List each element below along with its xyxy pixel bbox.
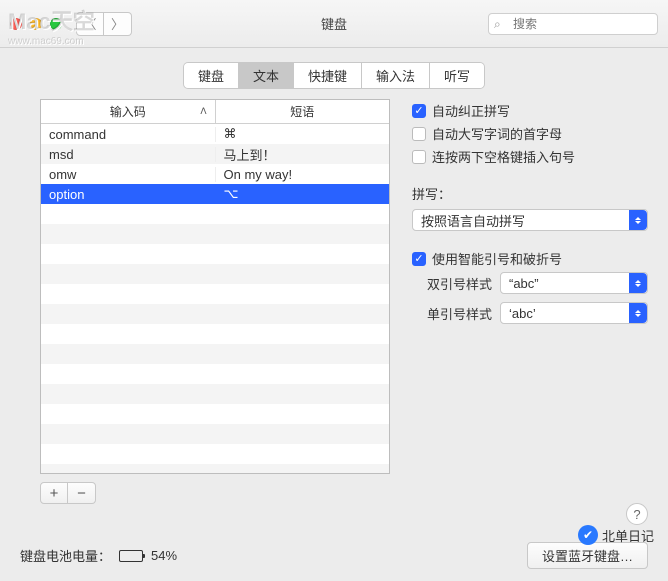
select-arrow-icon [629, 273, 647, 293]
table-row[interactable]: command⌘ [41, 124, 389, 144]
single-quote-select[interactable]: ‘abc’ [500, 302, 648, 324]
column-input[interactable]: 输入码 ᐱ [41, 100, 216, 123]
battery-status: 键盘电池电量： 54% [20, 546, 177, 565]
bluetooth-keyboard-button[interactable]: 设置蓝牙键盘… [527, 542, 648, 569]
select-arrow-icon [629, 210, 647, 230]
tab-0[interactable]: 键盘 [184, 63, 239, 88]
close-icon[interactable] [10, 18, 22, 30]
back-button[interactable]: 〈 [76, 12, 104, 36]
double-quote-select[interactable]: “abc” [500, 272, 648, 294]
tab-1[interactable]: 文本 [239, 63, 294, 88]
smartquotes-checkbox[interactable]: ✓ [412, 252, 426, 266]
search-wrap: ⌕ [488, 13, 658, 35]
capitalize-label: 自动大写字词的首字母 [432, 124, 562, 143]
single-quote-label: 单引号样式 [412, 304, 492, 323]
table-row[interactable]: option⌥ [41, 184, 389, 204]
add-button[interactable]: + [40, 482, 68, 504]
footer: 键盘电池电量： 54% 设置蓝牙键盘… [20, 542, 648, 569]
text-replacement-panel: 输入码 ᐱ 短语 command⌘msd马上到！omwOn my way!opt… [40, 99, 390, 504]
search-icon: ⌕ [494, 17, 501, 32]
capitalize-checkbox[interactable] [412, 127, 426, 141]
forward-button[interactable]: 〉 [104, 12, 132, 36]
table-row[interactable]: omwOn my way! [41, 164, 389, 184]
zoom-icon[interactable] [50, 18, 62, 30]
tab-4[interactable]: 听写 [430, 63, 484, 88]
doublespace-label: 连按两下空格键插入句号 [432, 147, 575, 166]
tab-3[interactable]: 输入法 [362, 63, 430, 88]
options-panel: ✓ 自动纠正拼写 自动大写字词的首字母 连按两下空格键插入句号 拼写： 按照语言… [412, 99, 648, 504]
autocorrect-label: 自动纠正拼写 [432, 101, 510, 120]
sort-indicator-icon: ᐱ [200, 106, 206, 117]
double-quote-label: 双引号样式 [412, 274, 492, 293]
doublespace-checkbox[interactable] [412, 150, 426, 164]
select-arrow-icon [629, 303, 647, 323]
tab-2[interactable]: 快捷键 [294, 63, 362, 88]
add-remove-controls: + − [40, 482, 390, 504]
table-body[interactable]: command⌘msd马上到！omwOn my way!option⌥ [41, 124, 389, 473]
column-phrase[interactable]: 短语 [216, 100, 390, 123]
tab-bar: 键盘文本快捷键输入法听写 [0, 62, 668, 89]
spelling-select[interactable]: 按照语言自动拼写 [412, 209, 648, 231]
titlebar: 〈 〉 键盘 ⌕ Mac天空 www.mac69.com [0, 0, 668, 48]
search-input[interactable] [488, 13, 658, 35]
help-button[interactable]: ? [626, 503, 648, 525]
nav-buttons: 〈 〉 [76, 12, 132, 36]
battery-icon [119, 550, 143, 562]
smartquotes-label: 使用智能引号和破折号 [432, 249, 562, 268]
minimize-icon[interactable] [30, 18, 42, 30]
window-controls [10, 18, 62, 30]
spelling-label: 拼写： [412, 184, 648, 203]
table-header: 输入码 ᐱ 短语 [41, 100, 389, 124]
autocorrect-checkbox[interactable]: ✓ [412, 104, 426, 118]
remove-button[interactable]: − [68, 482, 96, 504]
table-row[interactable]: msd马上到！ [41, 144, 389, 164]
